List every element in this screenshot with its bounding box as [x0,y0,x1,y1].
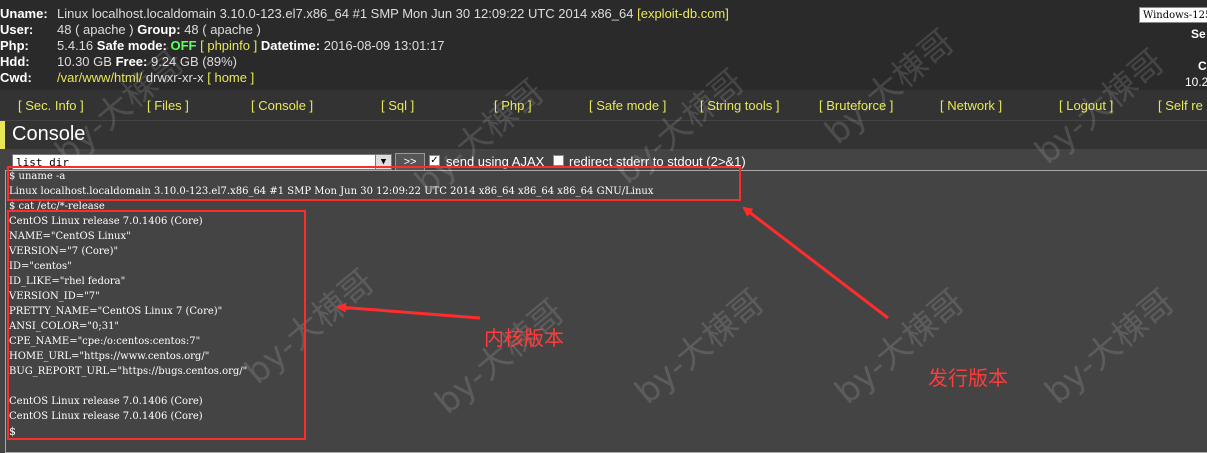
annotation-arrows [336,206,889,320]
arrow-to-kernel [742,206,889,320]
arrow-to-release [336,302,481,320]
kernel-version-annotation: 内核版本 [484,326,564,350]
release-version-annotation: 发行版本 [928,366,1008,390]
